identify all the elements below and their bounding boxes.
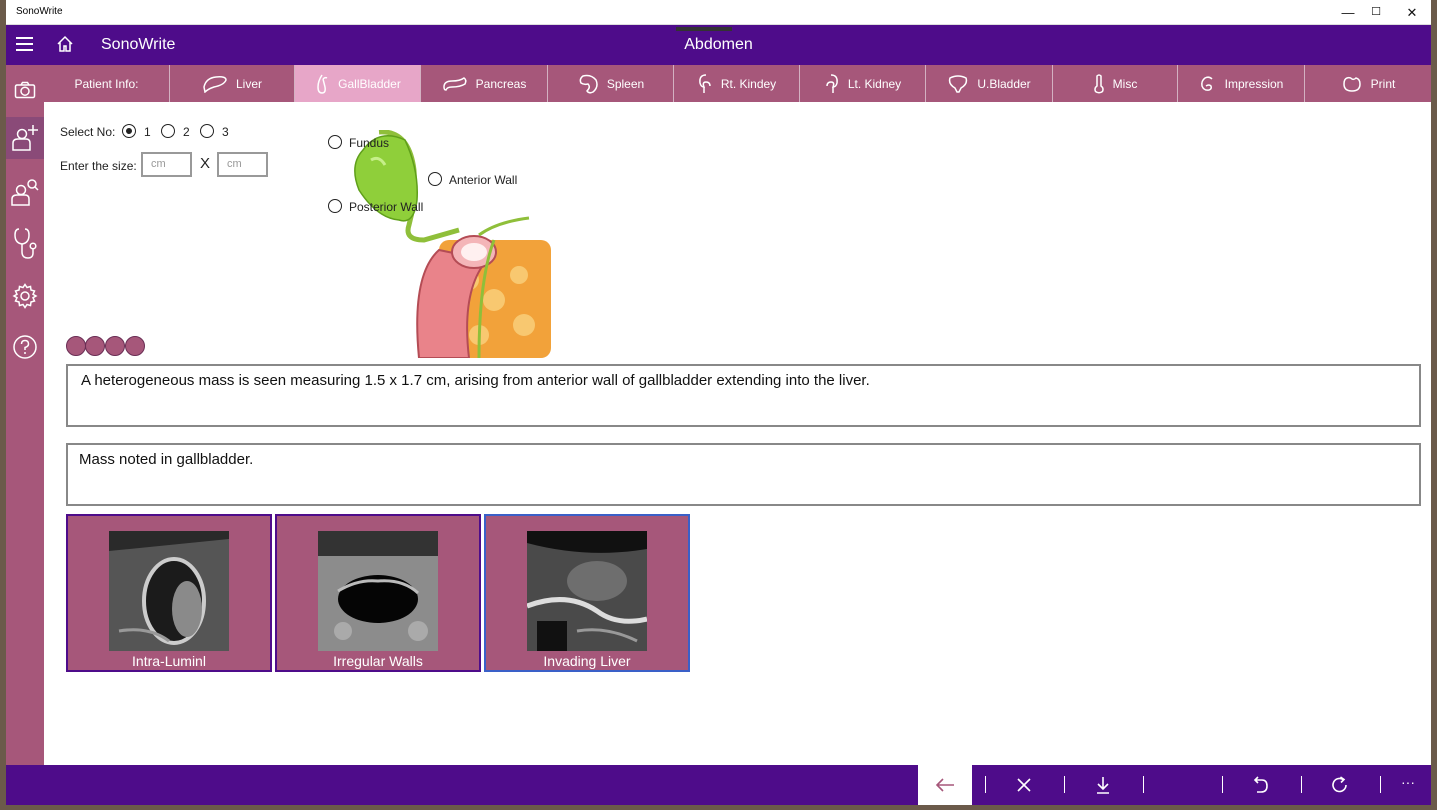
undo-icon[interactable] <box>1241 765 1281 805</box>
tab-impression[interactable]: Impression <box>1178 65 1305 102</box>
separator <box>1380 776 1381 793</box>
drag-grip[interactable] <box>676 27 732 31</box>
back-arrow-icon[interactable] <box>918 765 972 805</box>
stethoscope-icon[interactable] <box>6 223 44 265</box>
gear-icon[interactable] <box>6 275 44 317</box>
ultrasound-image <box>318 531 438 651</box>
camera-icon[interactable] <box>6 69 44 111</box>
tab-label: U.Bladder <box>977 76 1031 91</box>
tab-label: Lt. Kidney <box>847 76 902 91</box>
card-label: Irregular Walls <box>333 653 423 669</box>
select-option-label: 3 <box>222 125 229 139</box>
tab-label: Misc <box>1112 76 1138 91</box>
organ-tabs: Patient Info: Liver GallBladder Pancreas… <box>44 65 1431 102</box>
finding-card-intra-luminal[interactable]: Intra-Luminl <box>66 514 272 672</box>
add-patient-icon[interactable] <box>6 117 44 159</box>
location-label: Fundus <box>349 136 390 150</box>
finding-card-irregular-walls[interactable]: Irregular Walls <box>275 514 481 672</box>
tab-right-kidney[interactable]: Rt. Kindey <box>674 65 800 102</box>
location-label: Anterior Wall <box>449 173 518 187</box>
page-dot[interactable] <box>125 336 145 356</box>
spleen-icon <box>579 74 598 94</box>
tab-liver[interactable]: Liver <box>170 65 295 102</box>
select-radio-3[interactable] <box>200 124 214 138</box>
bottom-app-bar: ··· <box>6 765 1431 805</box>
separator <box>985 776 986 793</box>
print-icon <box>1342 76 1361 92</box>
card-label: Invading Liver <box>543 653 631 669</box>
urinary-bladder-icon <box>949 74 968 93</box>
tab-label: Pancreas <box>475 76 527 91</box>
tab-left-kidney[interactable]: Lt. Kidney <box>800 65 926 102</box>
tab-label: Liver <box>235 76 262 91</box>
location-radio-posterior-wall[interactable] <box>328 199 342 213</box>
download-icon[interactable] <box>1083 765 1123 805</box>
select-option-label: 1 <box>144 125 151 139</box>
ultrasound-image <box>109 531 229 651</box>
window-title: SonoWrite <box>16 6 63 17</box>
select-option-label: 2 <box>183 125 190 139</box>
tab-spleen[interactable]: Spleen <box>548 65 674 102</box>
size-input-1[interactable]: cm <box>141 152 192 177</box>
select-radio-1[interactable] <box>122 124 136 138</box>
left-kidney-icon <box>826 73 838 93</box>
page-dot[interactable] <box>85 336 105 356</box>
left-sidebar <box>6 65 44 765</box>
right-kidney-icon <box>698 73 711 93</box>
app-header: SonoWrite Abdomen <box>6 25 1431 65</box>
gallbladder-icon <box>317 74 328 94</box>
page-dot[interactable] <box>66 336 86 356</box>
gallbladder-anatomy-illustration <box>354 130 551 358</box>
tab-print[interactable]: Print <box>1305 65 1431 102</box>
thermometer-icon <box>1093 73 1104 93</box>
close-icon[interactable] <box>1004 765 1044 805</box>
card-label: Intra-Luminl <box>132 653 206 669</box>
separator <box>1064 776 1065 793</box>
select-no-label: Select No: <box>60 125 116 139</box>
tab-label: Rt. Kindey <box>720 76 777 91</box>
location-radio-anterior-wall[interactable] <box>428 172 442 186</box>
ultrasound-image <box>527 531 647 651</box>
tab-label: GallBladder <box>338 76 401 91</box>
tab-misc[interactable]: Misc <box>1053 65 1178 102</box>
app-window: SonoWrite — ☐ ✕ SonoWrite Abdomen Patien… <box>6 0 1431 805</box>
location-radio-fundus[interactable] <box>328 135 342 149</box>
tab-label: Impression <box>1224 76 1284 91</box>
select-radio-2[interactable] <box>161 124 175 138</box>
tab-urinary-bladder[interactable]: U.Bladder <box>926 65 1053 102</box>
close-button[interactable]: ✕ <box>1394 0 1430 25</box>
more-options-button[interactable]: ··· <box>1401 774 1415 790</box>
tab-label: Print <box>1370 76 1396 91</box>
section-title: Abdomen <box>684 36 753 53</box>
liver-icon <box>203 75 227 93</box>
maximize-button[interactable]: ☐ <box>1358 0 1394 25</box>
help-icon[interactable] <box>6 326 44 368</box>
refresh-icon[interactable] <box>1320 765 1360 805</box>
finding-card-invading-liver[interactable]: Invading Liver <box>484 514 690 672</box>
tab-pancreas[interactable]: Pancreas <box>421 65 548 102</box>
page-dot[interactable] <box>105 336 125 356</box>
size-separator: X <box>200 155 211 172</box>
findings-textarea[interactable]: A heterogeneous mass is seen measuring 1… <box>66 364 1421 427</box>
tab-label: Patient Info: <box>74 76 139 91</box>
impression-textarea[interactable]: Mass noted in gallbladder. <box>66 443 1421 506</box>
tab-label: Spleen <box>606 76 645 91</box>
separator <box>1301 776 1302 793</box>
location-label: Posterior Wall <box>349 200 424 214</box>
impression-icon <box>1200 75 1213 91</box>
gallbladder-panel: Select No: 1 2 3 Enter the size: cm X cm <box>44 102 1431 765</box>
tab-patient-info[interactable]: Patient Info: <box>44 65 170 102</box>
title-bar: SonoWrite — ☐ ✕ <box>6 0 1431 25</box>
size-input-2[interactable]: cm <box>217 152 268 177</box>
search-patient-icon[interactable] <box>6 171 44 213</box>
pancreas-icon <box>442 76 467 91</box>
size-label: Enter the size: <box>60 159 137 173</box>
tab-gallbladder[interactable]: GallBladder <box>295 65 421 102</box>
separator <box>1222 776 1223 793</box>
separator <box>1143 776 1144 793</box>
